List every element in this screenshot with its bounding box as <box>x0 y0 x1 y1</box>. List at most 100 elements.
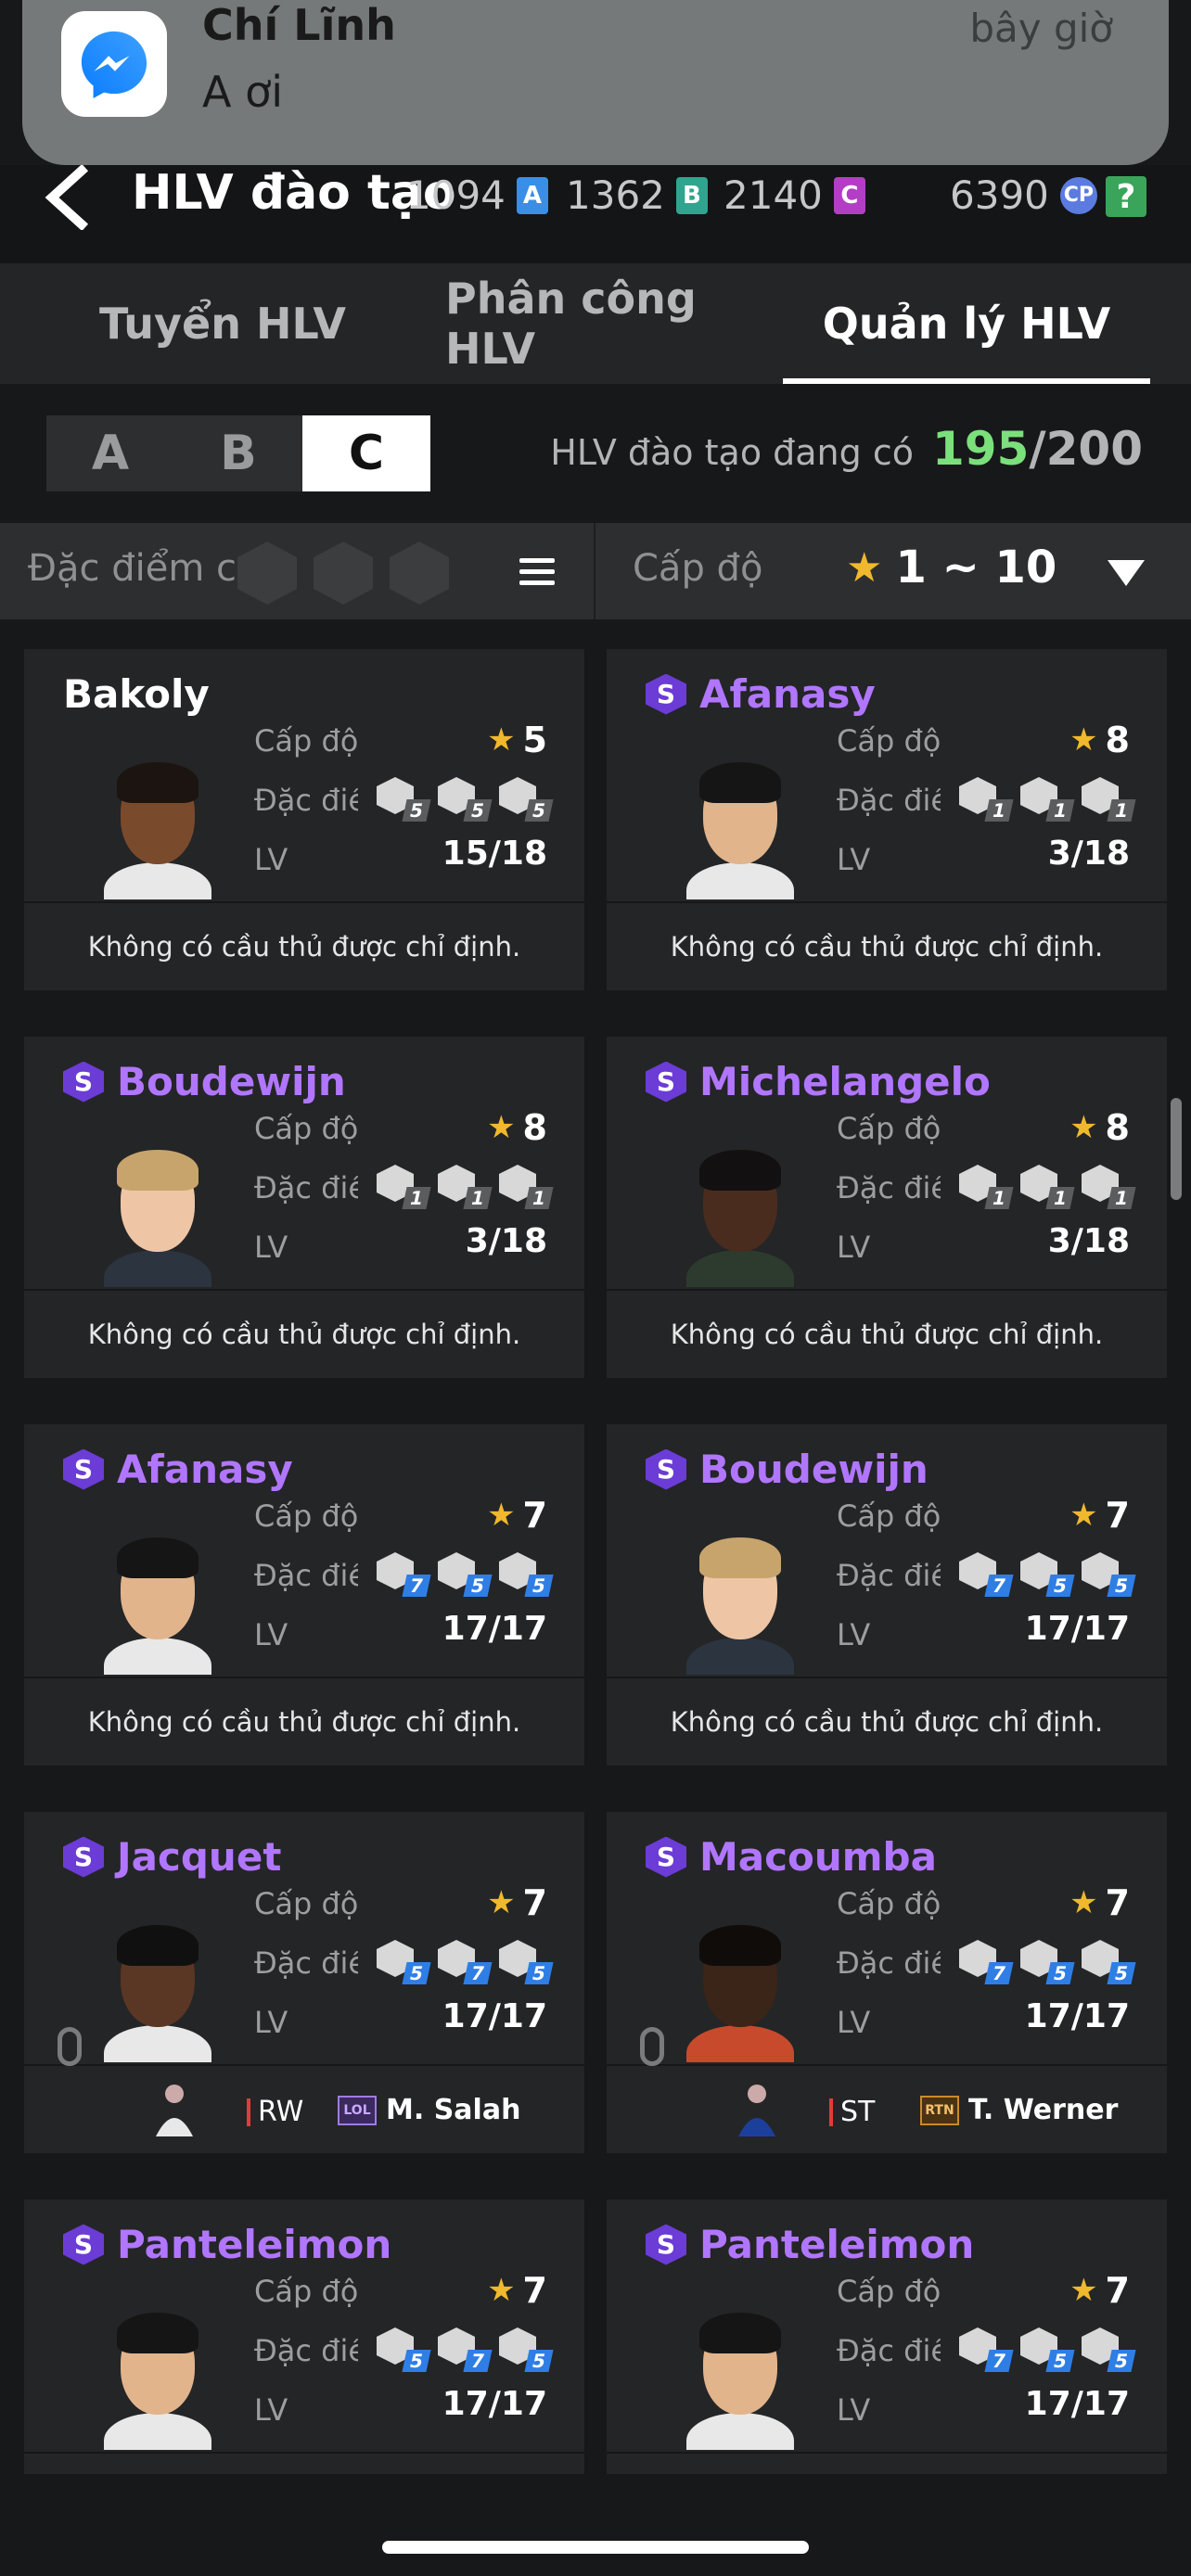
coach-card[interactable]: S Michelangelo Cấp độ Đặc điểm LV ★8 1 1 1 3/18 Kh… <box>607 1037 1167 1378</box>
coach-card[interactable]: SBoudewijnCấp độĐặc điểmLV★775517/17Khôn… <box>607 1424 1167 1766</box>
coach-avatar <box>681 1148 800 1287</box>
home-indicator[interactable] <box>382 2541 809 2554</box>
trait-level: 1 <box>984 1187 1014 1209</box>
trait-icon: 5 <box>1082 2327 1136 2372</box>
coach-avatar <box>98 2311 217 2450</box>
coach-name-text: Jacquet <box>117 1834 282 1880</box>
coach-traits: 7 5 5 <box>959 1940 1136 1984</box>
coach-name: S Macoumba <box>646 1834 937 1880</box>
currency-c-badge: C <box>833 176 865 214</box>
trait-slot-2-icon[interactable] <box>314 542 373 605</box>
trait-slot-3-icon[interactable] <box>390 542 449 605</box>
star-icon: ★ <box>1069 1109 1098 1146</box>
coach-traits: 1 1 1 <box>959 777 1136 822</box>
level-range: 1 ~ 10 <box>895 542 1057 593</box>
messenger-icon <box>61 11 167 117</box>
coach-card[interactable]: S Afanasy Cấp độ Đặc điểm LV ★8 1 1 1 3/18 Không c… <box>607 649 1167 990</box>
coach-count-max: /200 <box>1029 422 1143 476</box>
coach-list[interactable]: BakolyCấp độĐặc điểmLV★555515/18Không có… <box>0 619 1191 2474</box>
trait-icon: 5 <box>1082 1552 1136 1597</box>
lv-label: LV <box>837 1230 871 1265</box>
coach-lv-value: 3/18 <box>1047 835 1130 873</box>
no-player-text: Không có cầu thủ được chỉ định. <box>87 1706 521 1738</box>
currency-b-badge: B <box>675 176 708 214</box>
currency-c-value: 2140 <box>724 172 823 218</box>
tab-recruit[interactable]: Tuyển HLV <box>0 263 445 384</box>
special-grade-icon: S <box>63 2224 104 2265</box>
currency-c: 2140 C <box>724 172 865 218</box>
coach-traits: 5 5 5 <box>377 777 554 822</box>
trait-slot-1-icon[interactable] <box>237 542 297 605</box>
coach-level: ★ 7 <box>487 1495 547 1536</box>
level-label: Cấp độ <box>254 723 359 759</box>
trait-icon: 5 <box>499 1940 554 1984</box>
coach-lv-value: 3/18 <box>465 1222 547 1260</box>
grade-tab-b[interactable]: B <box>174 415 302 491</box>
card-divider <box>24 2064 584 2066</box>
level-label: Cấp độ <box>254 2274 359 2309</box>
coach-card[interactable]: SMacoumbaCấp độĐặc điểmLV★775517/17STRTN… <box>607 1812 1167 2153</box>
special-grade-icon: S <box>646 2224 686 2265</box>
trait-icon: 1 <box>959 1165 1014 1209</box>
help-button[interactable]: ? <box>1106 176 1146 217</box>
trait-icon: 5 <box>1020 2327 1075 2372</box>
no-player-text: Không có cầu thủ được chỉ định. <box>87 931 521 963</box>
coach-level-value: 7 <box>1105 1882 1130 1923</box>
coach-name-text: Panteleimon <box>117 2222 392 2267</box>
coach-level-value: 8 <box>1105 720 1130 760</box>
coach-card[interactable]: SAfanasyCấp độĐặc điểmLV★775517/17Không … <box>24 1424 584 1766</box>
link-icon <box>640 2027 664 2066</box>
trait-icon: 7 <box>438 2327 493 2372</box>
coach-traits: 7 5 5 <box>959 1552 1136 1597</box>
trait-level: 7 <box>984 2350 1014 2372</box>
player-name: T. Werner <box>968 2094 1119 2126</box>
trait-level: 5 <box>402 799 431 822</box>
list-scrollbar[interactable] <box>1171 1098 1182 1200</box>
notification-banner[interactable]: Chí Lĩnh A ơi bây giờ <box>22 0 1169 165</box>
coach-level-value: 8 <box>1105 1107 1130 1148</box>
trait-filter-label[interactable]: Đặc điểm c <box>28 547 237 590</box>
trait-level: 5 <box>1045 1575 1075 1597</box>
notification-message: A ơi <box>202 67 284 117</box>
trait-label: Đặc điểm <box>837 2333 941 2368</box>
trait-level: 5 <box>1107 2350 1136 2372</box>
dropdown-arrow-icon[interactable] <box>1108 560 1145 586</box>
coach-traits: 7 5 5 <box>959 2327 1136 2372</box>
grade-tab-a[interactable]: A <box>46 415 174 491</box>
trait-label: Đặc điểm <box>254 2333 358 2368</box>
trait-level: 5 <box>402 2350 431 2372</box>
card-divider <box>607 2064 1167 2066</box>
coach-card[interactable]: SJacquetCấp độĐặc điểmLV★757517/17RWLOLM… <box>24 1812 584 2153</box>
trait-level: 5 <box>463 1575 493 1597</box>
special-grade-icon: S <box>63 1061 104 1103</box>
level-filter-value[interactable]: ★ 1 ~ 10 <box>846 542 1057 593</box>
trait-level: 7 <box>463 1962 493 1984</box>
season-badge: LOL <box>338 2096 377 2125</box>
star-icon: ★ <box>487 721 516 759</box>
coach-card[interactable]: SPanteleimonCấp độĐặc điểmLV★757517/17Kh… <box>24 2200 584 2474</box>
trait-icon: 1 <box>499 1165 554 1209</box>
special-grade-icon: S <box>646 1448 686 1490</box>
coach-card[interactable]: S Boudewijn Cấp độ Đặc điểm LV ★8 1 1 1 3/18 Không… <box>24 1037 584 1378</box>
coach-lv-value: 3/18 <box>1047 1222 1130 1260</box>
coach-level: ★ 7 <box>487 2270 547 2311</box>
coach-avatar <box>681 2311 800 2450</box>
special-grade-icon: S <box>646 673 686 715</box>
trait-level: 5 <box>1045 2350 1075 2372</box>
back-button[interactable] <box>41 163 96 232</box>
player-position: RW <box>247 2096 303 2128</box>
trait-menu-icon[interactable] <box>519 558 555 592</box>
notification-time: bây giờ <box>969 6 1113 51</box>
tab-manage[interactable]: Quản lý HLV <box>783 263 1150 384</box>
coach-card[interactable]: SPanteleimonCấp độĐặc điểmLV★775517/17Kh… <box>607 2200 1167 2474</box>
top-header: HLV đào tạo 1094 A 1362 B 2140 C 6390 CP… <box>0 163 1191 262</box>
tab-assign[interactable]: Phân công HLV <box>445 263 783 384</box>
star-icon: ★ <box>487 1884 516 1921</box>
coach-card[interactable]: BakolyCấp độĐặc điểmLV★555515/18Không có… <box>24 649 584 990</box>
trait-icon: 1 <box>1020 1165 1075 1209</box>
lv-label: LV <box>837 1617 871 1652</box>
trait-level: 5 <box>524 1575 554 1597</box>
no-player-text: Không có cầu thủ được chỉ định. <box>670 1319 1104 1350</box>
grade-tab-c[interactable]: C <box>302 415 430 491</box>
coach-level: ★ 7 <box>1069 2270 1130 2311</box>
